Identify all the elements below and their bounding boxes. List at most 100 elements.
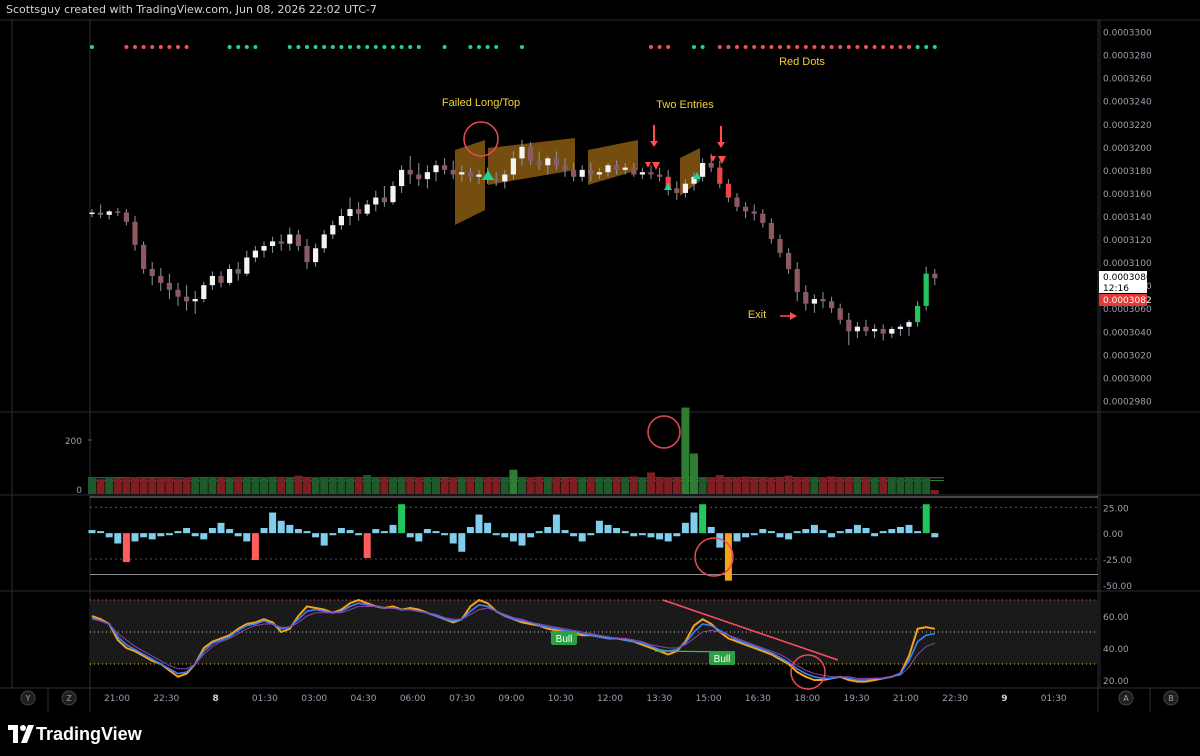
candle-body: [287, 234, 293, 244]
osc-bar: [578, 533, 586, 542]
candle-body: [863, 326, 869, 332]
candle-body: [364, 204, 370, 214]
candle-body: [321, 234, 327, 249]
osc-bar: [802, 529, 810, 534]
candle-body: [261, 245, 267, 251]
osc-bar: [905, 524, 913, 534]
osc-bar: [329, 533, 337, 536]
axis-button-z[interactable]: Z: [66, 694, 72, 703]
candle-body: [192, 299, 198, 302]
osc-bar: [630, 533, 638, 537]
volume-bar: [913, 478, 922, 494]
candle-body: [184, 296, 190, 302]
osc-bar: [819, 530, 827, 534]
osc-bar: [888, 529, 896, 534]
volume-bar: [199, 478, 208, 494]
volume-bar: [784, 475, 793, 494]
volume-bar: [509, 469, 518, 494]
volume-bar: [174, 478, 182, 494]
signal-dot: [253, 45, 258, 49]
osc-bar: [621, 531, 629, 534]
volume-bar: [776, 477, 784, 494]
volume-bar: [707, 477, 716, 494]
candle-body: [562, 165, 568, 170]
volume-bar: [578, 477, 587, 494]
time-tick-3: 01:30: [252, 694, 278, 704]
candle-body: [880, 328, 886, 334]
signal-dot: [322, 45, 327, 49]
candle-body: [270, 241, 276, 246]
osc-bar: [501, 533, 509, 538]
signal-dot: [924, 45, 929, 49]
time-tick-5: 04:30: [351, 694, 377, 704]
osc-bar: [475, 514, 483, 534]
candle-body: [330, 225, 336, 235]
candle-body: [700, 162, 706, 177]
axis-button-y[interactable]: Y: [25, 694, 31, 703]
osc-bar: [492, 533, 500, 536]
volume-bar: [268, 476, 277, 494]
osc-bar: [234, 533, 242, 537]
volume-bar: [870, 477, 879, 494]
osc-bar: [845, 529, 853, 534]
candle-body: [166, 282, 172, 290]
last-price-label: 0.0003086: [1103, 273, 1152, 283]
volume-bar: [526, 477, 535, 494]
signal-dot: [330, 45, 335, 49]
time-tick-1: 22:30: [153, 694, 179, 704]
volume-bar: [105, 477, 114, 494]
volume-bar: [208, 477, 217, 494]
osc-bar: [140, 533, 148, 538]
candle-body: [304, 245, 310, 263]
signal-dot: [864, 45, 868, 49]
signal-dot: [442, 45, 447, 49]
signal-dot: [141, 45, 146, 49]
candle-body: [381, 197, 387, 203]
volume-bar: [217, 477, 225, 494]
osc-bar: [828, 533, 836, 538]
rsi-tick-1: 40.00: [1103, 645, 1129, 655]
signal-dot: [855, 45, 860, 49]
osc-bar: [699, 504, 707, 534]
osc-bar: [673, 533, 681, 537]
osc-bar: [914, 531, 922, 534]
time-tick-7: 07:30: [449, 694, 475, 704]
osc-bar: [122, 533, 130, 563]
volume-bar: [363, 475, 372, 494]
signal-dot: [717, 45, 722, 49]
time-tick-0: 21:00: [104, 694, 130, 704]
candle-body: [356, 209, 362, 214]
signal-dot: [915, 45, 920, 49]
osc-bar: [776, 533, 784, 538]
volume-bar: [423, 477, 432, 494]
osc-bar: [544, 526, 552, 534]
volume-bar: [552, 477, 561, 494]
osc-bar: [785, 533, 793, 540]
candle-body: [416, 174, 422, 180]
price-tick-13: 0.0003040: [1103, 328, 1152, 338]
signal-dot: [468, 45, 473, 49]
volume-bar: [500, 477, 509, 494]
osc-bar: [260, 528, 268, 534]
signal-dot: [296, 45, 301, 49]
osc-bar: [320, 533, 328, 546]
signal-dot: [795, 45, 800, 49]
signal-dot: [373, 45, 378, 49]
axis-button-a[interactable]: A: [1123, 694, 1129, 703]
candle-body: [794, 269, 800, 293]
osc-tick-3: -50.00: [1103, 582, 1132, 592]
volume-bar: [810, 477, 819, 494]
volume-bar: [569, 477, 578, 494]
volume-bar: [543, 477, 552, 494]
candle-body: [89, 212, 95, 215]
candle-body: [631, 167, 637, 175]
osc-tick-0: 25.00: [1103, 504, 1129, 514]
price-tick-8: 0.0003140: [1103, 213, 1152, 223]
axis-button-b[interactable]: B: [1168, 694, 1174, 703]
osc-bar: [432, 531, 440, 534]
volume-bar: [156, 477, 165, 494]
volume-bar: [664, 477, 673, 494]
candle-body: [605, 165, 611, 173]
price-tick-3: 0.0003240: [1103, 98, 1152, 108]
volume-bar: [561, 478, 569, 494]
